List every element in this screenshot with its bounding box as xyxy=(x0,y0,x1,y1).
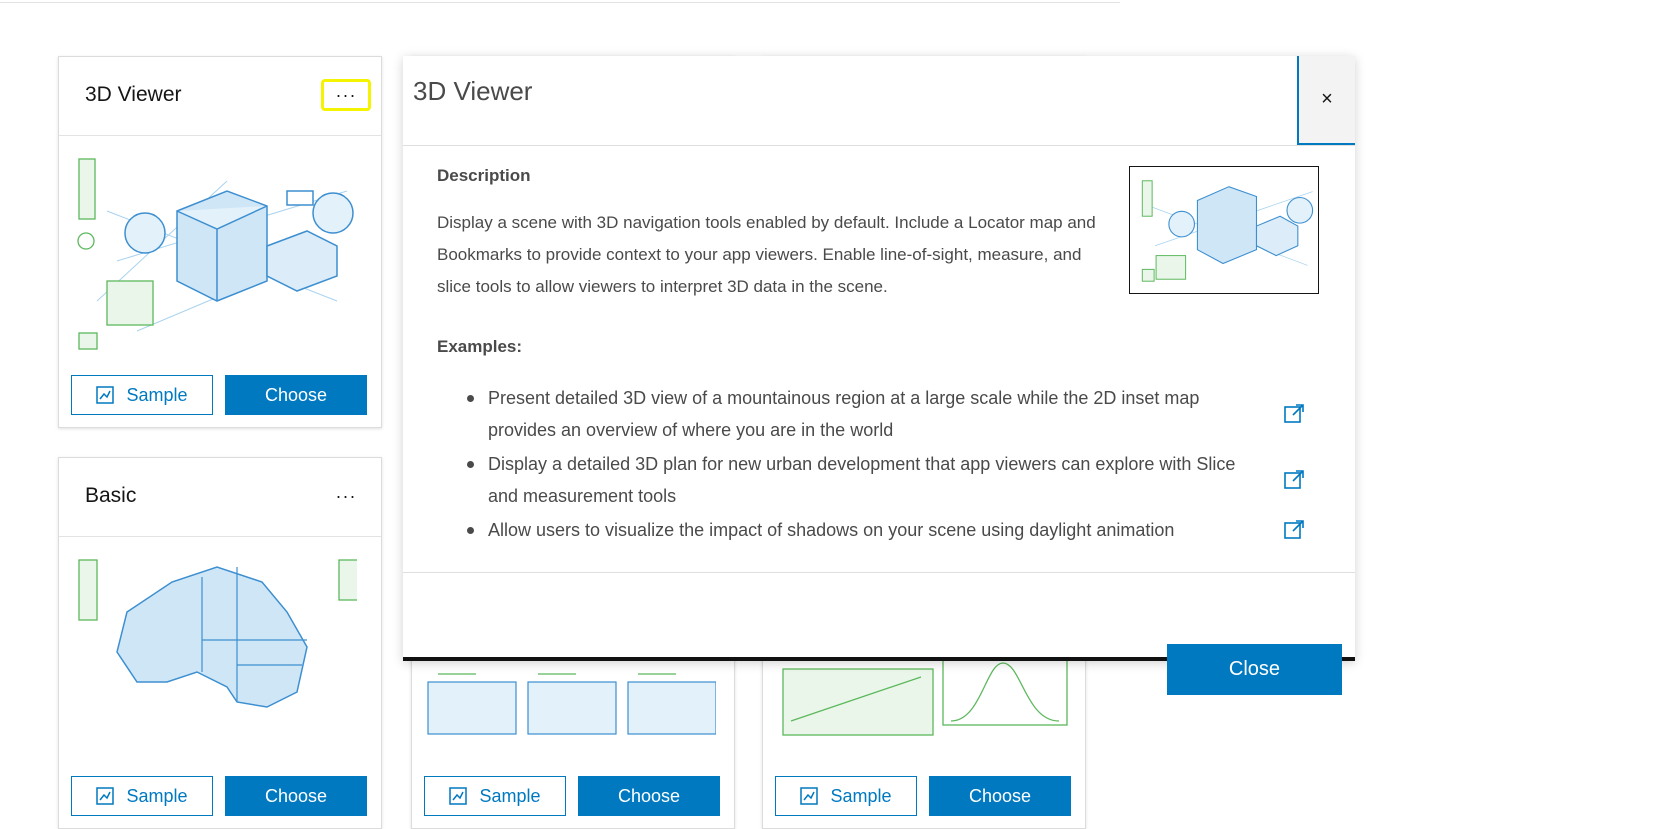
example-text: Allow users to visualize the impact of s… xyxy=(488,520,1175,540)
sample-label: Sample xyxy=(126,384,188,405)
example-text: Display a detailed 3D plan for new urban… xyxy=(488,454,1236,506)
card-actions: Sample Choose xyxy=(775,776,1071,816)
top-divider xyxy=(0,2,1120,3)
external-link-icon[interactable] xyxy=(1283,469,1305,491)
gallery-illustration xyxy=(427,673,716,735)
sample-button[interactable]: Sample xyxy=(71,375,213,415)
sample-icon xyxy=(96,787,115,805)
examples-heading: Examples: xyxy=(437,337,523,356)
close-icon[interactable]: × xyxy=(1297,56,1355,145)
card-actions: Sample Choose xyxy=(424,776,720,816)
modal-header: 3D Viewer × xyxy=(403,56,1355,146)
card-actions: Sample Choose xyxy=(71,375,367,415)
examples-list: Present detailed 3D view of a mountainou… xyxy=(437,382,1317,546)
external-link-icon[interactable] xyxy=(1283,403,1305,425)
sample-button[interactable]: Sample xyxy=(424,776,566,816)
close-button[interactable]: Close xyxy=(1167,644,1342,695)
external-link-icon[interactable] xyxy=(1283,519,1305,541)
modal-title: 3D Viewer xyxy=(413,76,533,106)
3d-viewer-preview xyxy=(1129,166,1319,294)
example-item: Display a detailed 3D plan for new urban… xyxy=(437,448,1317,512)
example-item: Allow users to visualize the impact of s… xyxy=(437,514,1317,546)
sample-icon xyxy=(96,386,115,404)
basic-map-illustration xyxy=(78,559,357,708)
sample-label: Sample xyxy=(126,785,188,806)
card-title: Basic xyxy=(85,484,137,507)
description-text: Display a scene with 3D navigation tools… xyxy=(437,213,1096,296)
card-title: 3D Viewer xyxy=(85,83,182,106)
card-basic: Basic ··· Sample Choose xyxy=(58,457,382,829)
sample-icon xyxy=(800,787,819,805)
card-header: Basic ··· xyxy=(59,458,381,537)
details-modal: 3D Viewer × Description Display a scene … xyxy=(403,56,1355,695)
chart-illustration xyxy=(782,658,1068,736)
choose-button[interactable]: Choose xyxy=(225,776,367,816)
3d-viewer-illustration xyxy=(77,158,354,350)
choose-button[interactable]: Choose xyxy=(225,375,367,415)
more-options-button[interactable]: ··· xyxy=(321,480,371,512)
example-item: Present detailed 3D view of a mountainou… xyxy=(437,382,1317,446)
sample-button[interactable]: Sample xyxy=(71,776,213,816)
sample-icon xyxy=(449,787,468,805)
card-header: 3D Viewer ··· xyxy=(59,57,381,136)
description-heading: Description xyxy=(437,166,531,185)
australia-map-shape xyxy=(116,566,308,708)
sample-label: Sample xyxy=(479,785,541,806)
choose-button[interactable]: Choose xyxy=(929,776,1071,816)
choose-button[interactable]: Choose xyxy=(578,776,720,816)
modal-footer xyxy=(403,572,1355,573)
example-text: Present detailed 3D view of a mountainou… xyxy=(488,388,1200,440)
card-3d-viewer: 3D Viewer ··· Sample Choose xyxy=(58,56,382,428)
more-options-button[interactable]: ··· xyxy=(321,79,371,111)
card-actions: Sample Choose xyxy=(71,776,367,816)
sample-button[interactable]: Sample xyxy=(775,776,917,816)
sample-label: Sample xyxy=(830,785,892,806)
